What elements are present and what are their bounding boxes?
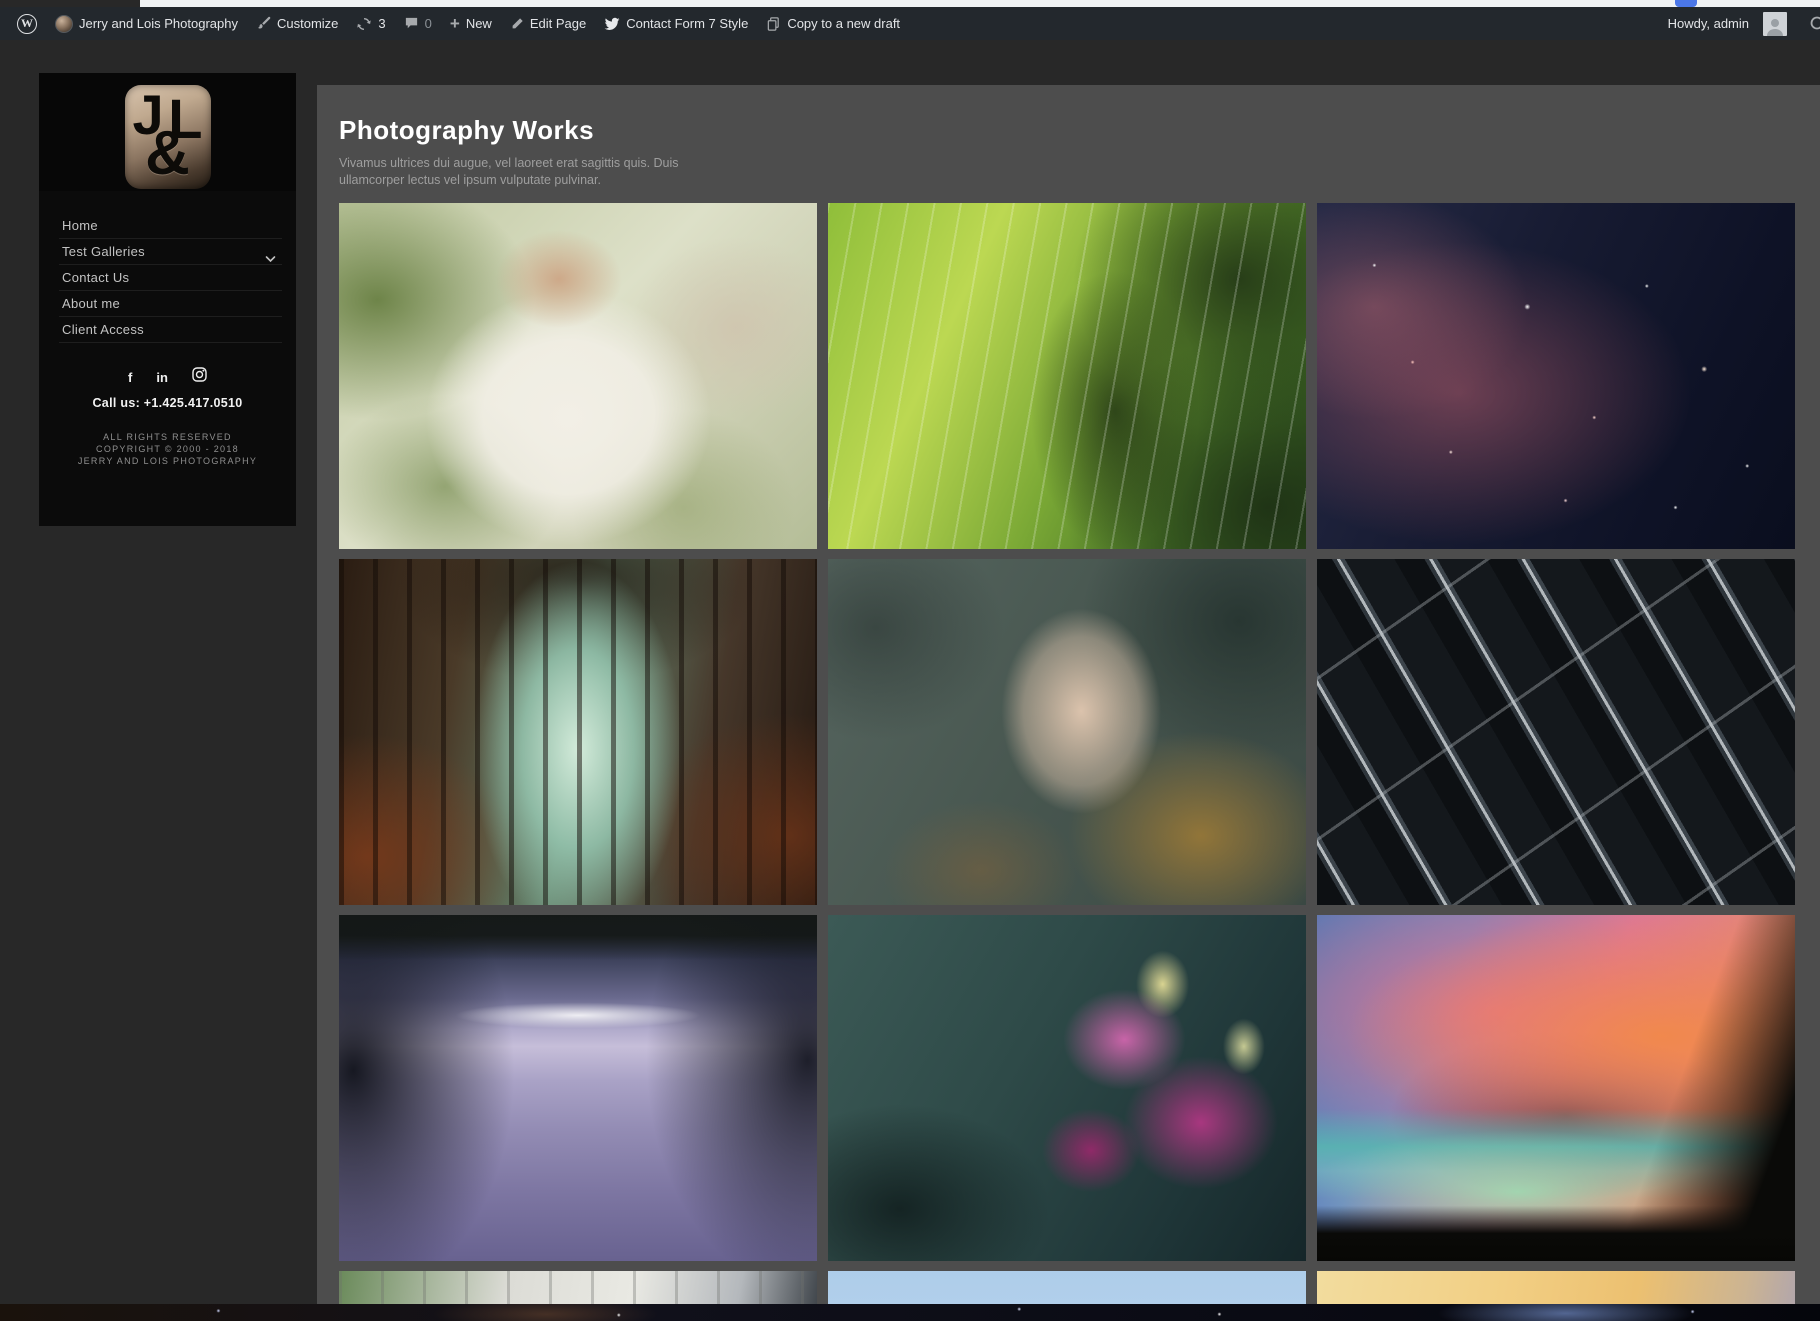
social-links: f in	[39, 369, 296, 385]
gallery-photo-2[interactable]	[828, 203, 1306, 549]
customize-label: Customize	[277, 16, 338, 31]
updates-count: 3	[378, 16, 385, 31]
logo-block: J L &	[39, 73, 296, 191]
site-logo[interactable]: J L &	[125, 85, 211, 189]
admin-bar-left-group: W Jerry and Lois Photography Customize 3…	[0, 7, 909, 40]
wordpress-logo-icon: W	[17, 14, 37, 34]
browser-bookmark-chip	[1675, 0, 1697, 7]
site-name-label: Jerry and Lois Photography	[79, 16, 238, 31]
update-arrows-icon	[356, 16, 372, 32]
footer-background-image-strip	[0, 1304, 1820, 1321]
edit-page-menu[interactable]: Edit Page	[501, 7, 595, 40]
howdy-label: Howdy, admin	[1668, 16, 1749, 31]
new-content-menu[interactable]: + New	[441, 7, 501, 40]
nav-label-about-me: About me	[62, 296, 120, 311]
comments-count: 0	[425, 16, 432, 31]
cf7-style-label: Contact Form 7 Style	[626, 16, 748, 31]
sidebar-item-about-me[interactable]: About me	[59, 291, 282, 317]
twitter-bird-icon	[604, 17, 620, 31]
copy-draft-menu[interactable]: Copy to a new draft	[757, 7, 909, 40]
page-subtitle: Vivamus ultrices dui augue, vel laoreet …	[339, 155, 1820, 189]
gallery-photo-1[interactable]	[339, 203, 817, 549]
comment-bubble-icon	[404, 16, 419, 31]
sidebar-item-contact-us[interactable]: Contact Us	[59, 265, 282, 291]
gallery-photo-5[interactable]	[828, 559, 1306, 905]
gallery-photo-8[interactable]	[828, 915, 1306, 1261]
nav-label-test-galleries: Test Galleries	[62, 244, 145, 259]
nav-label-contact-us: Contact Us	[62, 270, 129, 285]
pencil-icon	[510, 17, 524, 31]
gallery-photo-9[interactable]	[1317, 915, 1795, 1261]
site-favicon-icon	[55, 15, 73, 33]
photo-gallery-grid	[339, 203, 1795, 1304]
instagram-icon[interactable]	[192, 367, 207, 387]
gallery-photo-3[interactable]	[1317, 203, 1795, 549]
nav-label-home: Home	[62, 218, 98, 233]
edit-page-label: Edit Page	[530, 16, 586, 31]
cf7-style-menu[interactable]: Contact Form 7 Style	[595, 7, 757, 40]
updates-menu[interactable]: 3	[347, 7, 394, 40]
sidebar-item-test-galleries[interactable]: Test Galleries	[59, 239, 282, 265]
search-icon[interactable]	[1809, 15, 1820, 36]
avatar	[1763, 12, 1787, 36]
logo-ampersand: &	[145, 123, 190, 185]
gallery-photo-10[interactable]	[339, 1271, 817, 1304]
subtitle-line-2: ullamcorper lectus vel ipsum vulputate p…	[339, 172, 1820, 189]
page-title: Photography Works	[339, 115, 1820, 146]
gallery-photo-12[interactable]	[1317, 1271, 1795, 1304]
sidebar-footer: f in Call us: +1.425.417.0510 ALL RIGHTS…	[39, 369, 296, 467]
sidebar-item-home[interactable]: Home	[59, 213, 282, 239]
paintbrush-icon	[256, 16, 271, 31]
facebook-icon[interactable]: f	[128, 371, 132, 384]
phone-number[interactable]: Call us: +1.425.417.0510	[39, 396, 296, 410]
main-content: Photography Works Vivamus ultrices dui a…	[317, 85, 1820, 1304]
linkedin-icon[interactable]: in	[156, 371, 168, 384]
site-name-menu[interactable]: Jerry and Lois Photography	[46, 7, 247, 40]
copyright-notice: ALL RIGHTS RESERVED COPYRIGHT © 2000 - 2…	[39, 431, 296, 467]
admin-bar-right-group: Howdy, admin	[1659, 7, 1820, 40]
copy-draft-label: Copy to a new draft	[787, 16, 900, 31]
sidebar-item-client-access[interactable]: Client Access	[59, 317, 282, 343]
copyright-line-3: JERRY AND LOIS PHOTOGRAPHY	[39, 455, 296, 467]
my-account-menu[interactable]: Howdy, admin	[1659, 7, 1796, 40]
nav-label-client-access: Client Access	[62, 322, 144, 337]
sidebar-nav: Home Test Galleries Contact Us About me …	[39, 191, 296, 343]
copy-pages-icon	[766, 16, 781, 32]
plus-icon: +	[450, 15, 460, 32]
gallery-photo-6[interactable]	[1317, 559, 1795, 905]
copyright-line-1: ALL RIGHTS RESERVED	[39, 431, 296, 443]
gallery-photo-7[interactable]	[339, 915, 817, 1261]
wp-admin-bar: W Jerry and Lois Photography Customize 3…	[0, 7, 1820, 40]
copyright-line-2: COPYRIGHT © 2000 - 2018	[39, 443, 296, 455]
browser-chrome-strip	[140, 0, 1820, 7]
new-label: New	[466, 16, 492, 31]
gallery-photo-11[interactable]	[828, 1271, 1306, 1304]
wp-logo-menu[interactable]: W	[8, 7, 46, 40]
gallery-photo-4[interactable]	[339, 559, 817, 905]
sidebar: J L & Home Test Galleries Contact Us Abo…	[39, 73, 296, 526]
subtitle-line-1: Vivamus ultrices dui augue, vel laoreet …	[339, 155, 1820, 172]
comments-menu[interactable]: 0	[395, 7, 441, 40]
customize-menu[interactable]: Customize	[247, 7, 347, 40]
